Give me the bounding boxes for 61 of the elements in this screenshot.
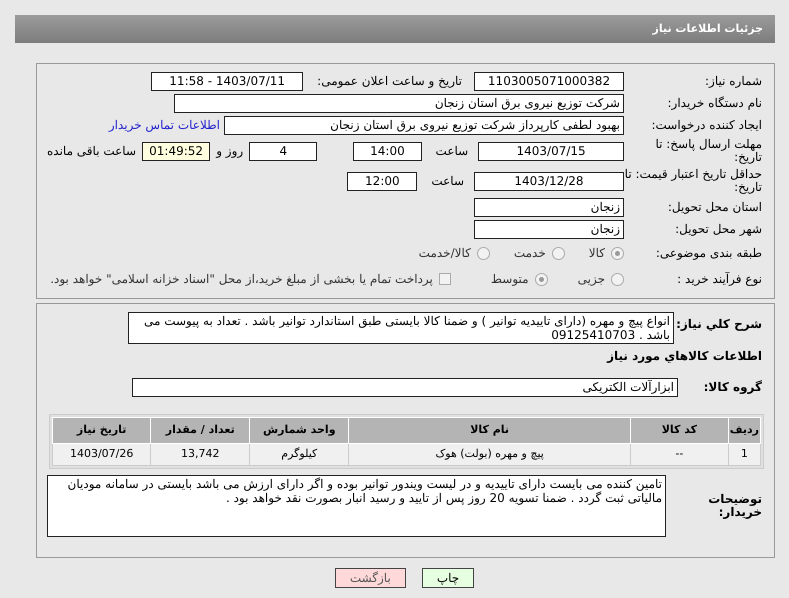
- column-header: نام کالا: [348, 418, 630, 444]
- field-label: طبقه بندی موضوعی:: [654, 246, 763, 260]
- text-field[interactable]: 1403/12/28: [474, 172, 624, 190]
- table-cell: 13,742: [150, 444, 250, 466]
- option-label: جزیی: [578, 271, 605, 288]
- table-cell: 1: [728, 444, 760, 466]
- description-field[interactable]: انواع پیچ و مهره (دارای تاییدیه توانیر ) و ضمنا کالا بایستی طبق استاندارد توانیر باشد . تعداد به پیوست می باشد . 09125410703: [128, 312, 674, 344]
- text-field[interactable]: 4: [249, 142, 318, 160]
- back-button[interactable]: بازگشت: [334, 568, 406, 588]
- radio-button[interactable]: [534, 272, 548, 286]
- option-label: خدمت: [514, 245, 546, 262]
- section-heading: اطلاعات کالاهاي مورد نياز: [607, 348, 763, 365]
- table-cell: --: [630, 444, 728, 466]
- field-label: توضیحات خریدار:: [707, 493, 763, 519]
- notes-field[interactable]: تامین کننده می بایست دارای تاییدیه و در لیست ویندور توانیر بوده و اگر دارای ارزش می باشد بایستی در سامانه مودیان مالیاتی ثبت گردد . ضمنا تسویه 20 روز پس از تایید و رسید انبار بصورت نقد خواهد بود .: [47, 475, 666, 537]
- option-label: کالا: [588, 245, 605, 262]
- column-header: واحد شمارش: [250, 418, 349, 444]
- radio-button[interactable]: [552, 246, 565, 260]
- text-field[interactable]: 12:00: [347, 172, 418, 190]
- field-label: روز و: [216, 143, 244, 160]
- column-header: تاریخ نیاز: [52, 418, 151, 444]
- field-label: ساعت: [436, 143, 468, 160]
- checkbox[interactable]: [438, 273, 451, 285]
- text-field[interactable]: 1103005071000382: [474, 72, 624, 90]
- field-label: ساعت: [431, 173, 464, 190]
- column-header: تعداد / مقدار: [150, 418, 250, 444]
- option-label: کالا/خدمت: [418, 245, 471, 262]
- radio-button[interactable]: [476, 246, 490, 260]
- text-field[interactable]: بهبود لطفی کارپرداز شرکت توزیع نیروی برق استان زنجان: [224, 116, 624, 134]
- text-field[interactable]: ابزارآلات الکتریکی: [132, 378, 678, 396]
- text-field[interactable]: 1403/07/15: [478, 142, 624, 160]
- text-field[interactable]: 1403/07/11 - 11:58: [151, 72, 304, 90]
- print-button[interactable]: چاپ: [422, 568, 474, 588]
- field-label: ایجاد کننده درخواست:: [650, 118, 763, 132]
- field-label: استان محل تحویل:: [666, 200, 763, 214]
- radio-button[interactable]: [611, 246, 624, 260]
- table-cell: پیچ و مهره (بولت) هوک: [348, 444, 630, 466]
- radio-button[interactable]: [611, 272, 624, 286]
- column-header: ردیف: [728, 418, 760, 444]
- text-field[interactable]: شرکت توزیع نیروی برق استان زنجان: [174, 94, 624, 112]
- text-field[interactable]: 01:49:52: [142, 142, 210, 160]
- field-label: نوع فرآیند خرید :: [676, 272, 763, 286]
- field-label: گروه کالا:: [702, 380, 763, 394]
- field-label: شهر محل تحویل:: [674, 222, 763, 236]
- field-label: حداقل تاریخ اعتبار قیمت: تا تاریخ:: [624, 168, 763, 194]
- field-label: شماره نیاز:: [704, 74, 763, 88]
- table-cell: کیلوگرم: [250, 444, 349, 466]
- text-field[interactable]: زنجان: [474, 220, 624, 238]
- text-field[interactable]: 14:00: [353, 142, 422, 160]
- field-label: مهلت ارسال پاسخ: تا تاریخ:: [654, 138, 763, 164]
- contact-link[interactable]: اطلاعات تماس خریدار: [108, 116, 220, 134]
- field-label: شرح کلي نياز:: [675, 316, 763, 331]
- field-label: ساعت باقی مانده: [46, 143, 136, 160]
- checkbox-label: پرداخت تمام یا بخشی از مبلغ خرید،از محل "اسناد خزانه اسلامی" خواهد بود.: [50, 271, 433, 288]
- option-label: متوسط: [490, 271, 529, 288]
- page-title: جزئیات اطلاعات نیاز: [15, 15, 775, 43]
- text-field[interactable]: زنجان: [474, 198, 624, 216]
- field-label: تاریخ و ساعت اعلان عمومی:: [317, 73, 462, 90]
- field-label: نام دستگاه خریدار:: [666, 96, 763, 110]
- column-header: کد کالا: [630, 418, 728, 444]
- table-cell: 1403/07/26: [52, 444, 151, 466]
